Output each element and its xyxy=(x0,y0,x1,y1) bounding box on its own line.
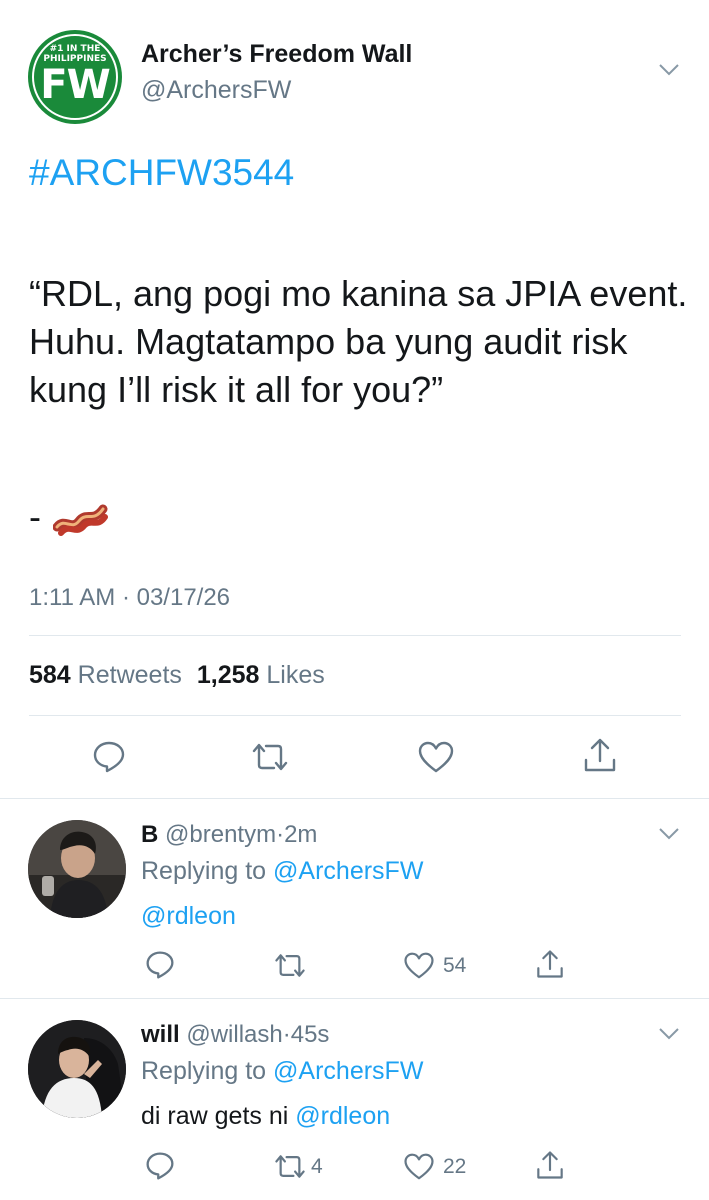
mention-link[interactable]: @rdleon xyxy=(141,902,236,930)
divider xyxy=(0,998,709,999)
share-icon[interactable] xyxy=(582,736,618,774)
chevron-down-icon[interactable] xyxy=(658,827,680,841)
display-name[interactable]: Archer’s Freedom Wall xyxy=(141,40,412,69)
replying-to-label: Replying to xyxy=(141,1057,267,1085)
chevron-down-icon[interactable] xyxy=(658,63,680,77)
tweet-timestamp[interactable]: 1:11 AM · 03/17/26 xyxy=(29,584,230,612)
avatar[interactable] xyxy=(28,820,126,918)
reply-header: will @willash·45s xyxy=(141,1021,329,1049)
reply-display-name[interactable]: will xyxy=(141,1021,180,1048)
account-avatar[interactable]: #1 IN THE PHILIPPINES FW xyxy=(28,30,122,124)
replying-to: Replying to @ArchersFW xyxy=(141,1057,423,1086)
tweet-text: “RDL, ang pogi mo kanina sa JPIA event. … xyxy=(29,273,688,410)
heart-icon[interactable] xyxy=(403,951,435,980)
reply-text: di raw gets ni @rdleon xyxy=(141,1102,390,1131)
avatar-photo xyxy=(28,1020,126,1118)
replying-to: Replying to @ArchersFW xyxy=(141,857,423,886)
reply-icon[interactable] xyxy=(92,740,126,774)
replying-to-handle[interactable]: @ArchersFW xyxy=(273,1057,423,1085)
retweets-label[interactable]: Retweets xyxy=(78,661,182,689)
chevron-down-icon[interactable] xyxy=(658,1027,680,1041)
logo-tagline-line1: #1 IN THE xyxy=(49,44,101,54)
tweet-signature: - xyxy=(29,496,109,538)
replying-to-label: Replying to xyxy=(141,857,267,885)
reply-time[interactable]: 2m xyxy=(284,821,317,848)
reply-icon[interactable] xyxy=(145,950,175,980)
retweets-count[interactable]: 584 xyxy=(29,661,71,689)
reply-text: @rdleon xyxy=(141,902,236,931)
retweet-icon[interactable] xyxy=(250,740,290,774)
retweet-count: 4 xyxy=(311,1155,323,1178)
reply-icon[interactable] xyxy=(145,1151,175,1181)
likes-count[interactable]: 1,258 xyxy=(197,661,260,689)
replying-to-handle[interactable]: @ArchersFW xyxy=(273,857,423,885)
like-count: 22 xyxy=(443,1155,467,1178)
avatar-photo xyxy=(28,820,126,918)
bacon-emoji-icon xyxy=(53,504,108,536)
retweet-icon[interactable] xyxy=(273,951,307,980)
divider xyxy=(29,715,681,716)
retweet-icon[interactable] xyxy=(273,1152,307,1181)
reply-handle[interactable]: @brentym xyxy=(165,821,276,848)
signature-dash: - xyxy=(29,496,41,537)
tweet-stats: 584 Retweets 1,258 Likes xyxy=(29,661,325,690)
logo-initials: FW xyxy=(40,62,110,108)
divider xyxy=(0,798,709,799)
reply-text-body: di raw gets ni xyxy=(141,1102,289,1130)
divider xyxy=(29,635,681,636)
reply-display-name[interactable]: B xyxy=(141,821,158,848)
reply-time[interactable]: 45s xyxy=(291,1021,330,1048)
share-icon[interactable] xyxy=(535,1149,565,1181)
mention-link[interactable]: @rdleon xyxy=(295,1102,390,1130)
like-count: 54 xyxy=(443,954,467,977)
user-handle[interactable]: @ArchersFW xyxy=(141,76,291,105)
likes-label[interactable]: Likes xyxy=(266,661,324,689)
reply-separator: · xyxy=(282,1021,291,1048)
heart-icon[interactable] xyxy=(417,740,455,774)
logo-tagline: #1 IN THE PHILIPPINES xyxy=(28,44,122,64)
reply-handle[interactable]: @willash xyxy=(186,1021,282,1048)
avatar[interactable] xyxy=(28,1020,126,1118)
reply-header: B @brentym·2m xyxy=(141,821,317,849)
share-icon[interactable] xyxy=(535,948,565,980)
reply-separator: · xyxy=(276,821,285,848)
heart-icon[interactable] xyxy=(403,1152,435,1181)
hashtag-link[interactable]: #ARCHFW3544 xyxy=(29,152,294,194)
